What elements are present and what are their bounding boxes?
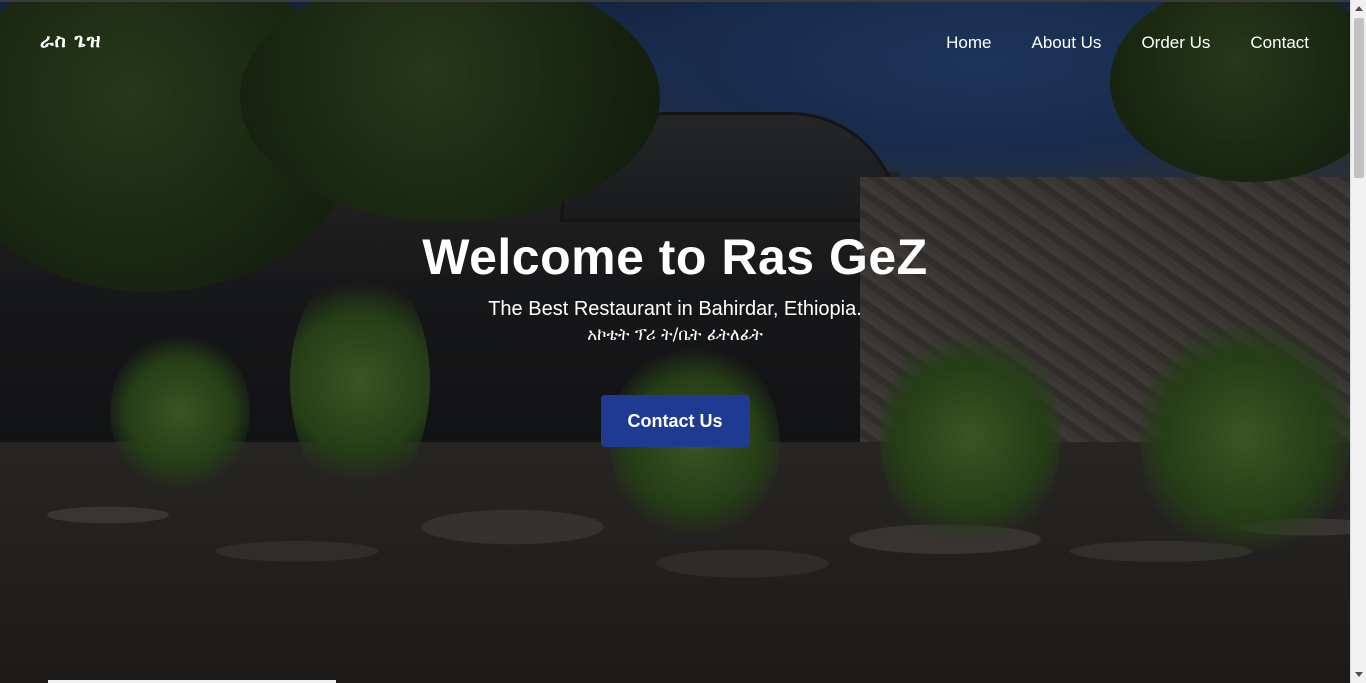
hero-section: ራስ ጌዝ Home About Us Order Us Contact Wel…: [0, 0, 1350, 683]
scroll-thumb[interactable]: [1354, 18, 1364, 178]
nav-link-home[interactable]: Home: [946, 33, 991, 53]
brand-logo[interactable]: ራስ ጌዝ: [40, 30, 101, 52]
nav-link-about-us[interactable]: About Us: [1032, 33, 1102, 53]
hero-title: Welcome to Ras GeZ: [422, 229, 928, 285]
nav-link-order-us[interactable]: Order Us: [1141, 33, 1210, 53]
contact-us-button[interactable]: Contact Us: [600, 395, 750, 447]
hero-subtitle-amharic: አኮቴት ፕሪ ት/ቤት ፊትለፊት: [587, 325, 763, 345]
hero-subtitle: The Best Restaurant in Bahirdar, Ethiopi…: [488, 298, 862, 320]
nav-link-contact[interactable]: Contact: [1250, 33, 1309, 53]
scroll-down-icon[interactable]: [1355, 672, 1363, 677]
hero-content: Welcome to Ras GeZ The Best Restaurant i…: [0, 228, 1350, 447]
main-nav: Home About Us Order Us Contact: [946, 33, 1309, 53]
page-scrollbar[interactable]: [1350, 0, 1366, 683]
scroll-up-icon[interactable]: [1355, 6, 1363, 11]
